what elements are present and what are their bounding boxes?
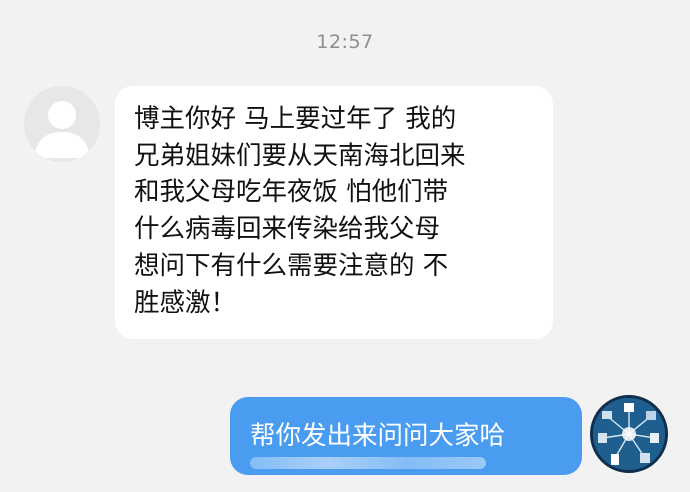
user-avatar-image[interactable] bbox=[590, 395, 668, 473]
incoming-message-text: 博主你好 马上要过年了 我的 兄弟姐妹们要从天南海北回来 和我父母吃年夜饭 怕他… bbox=[134, 104, 466, 318]
outgoing-message-bubble[interactable]: 帮你发出来问问大家哈 bbox=[230, 397, 582, 475]
incoming-message-bubble[interactable]: 博主你好 马上要过年了 我的 兄弟姐妹们要从天南海北回来 和我父母吃年夜饭 怕他… bbox=[115, 86, 553, 339]
default-user-icon[interactable] bbox=[24, 86, 100, 162]
timestamp: 12:57 bbox=[316, 31, 374, 53]
outgoing-message-text: 帮你发出来问问大家哈 bbox=[250, 421, 506, 451]
blurred-watermark bbox=[250, 457, 486, 469]
